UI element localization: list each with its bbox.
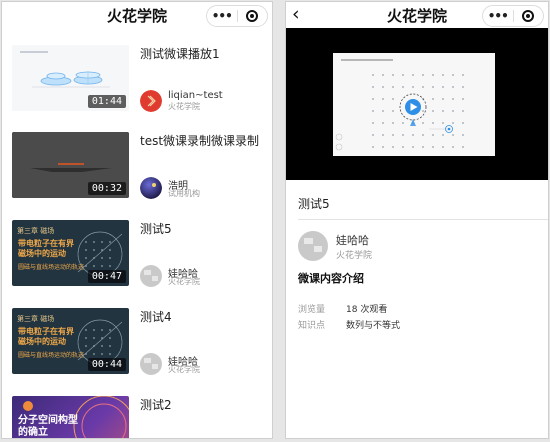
avatar [140,177,162,199]
duration-badge: 00:44 [87,358,126,371]
avatar [140,90,162,112]
author-org: 火花学院 [168,277,200,286]
list-item[interactable]: 00:32 test微课录制微课录制 浩明 试用机构 [12,132,270,199]
list-item[interactable]: 分子空间构型的确立 测试2 [12,396,270,438]
close-icon[interactable] [238,10,268,22]
course-detail-screen: ‹ 火花学院 ••• 测试5 娃哈哈 火花学院 微课内容介绍 浏览量 18 次观… [286,2,548,438]
avatar [140,265,162,287]
list-item[interactable]: 第三章 磁场 带电粒子在有界磁场中的运动 圆磁与直线场运动的轨迹 00:47 测… [12,220,270,287]
section-title: 微课内容介绍 [298,272,364,285]
author-org: 试用机构 [168,189,200,198]
thumbnail-headline: 分子空间构型的确立 [18,415,78,438]
author-name: 娃哈哈 [336,234,369,247]
mini-program-capsule: ••• [482,5,544,27]
topic-label: 知识点 [298,321,326,331]
item-title[interactable]: 测试5 [140,220,270,237]
video-thumbnail[interactable]: 第三章 磁场 带电粒子在有界磁场中的运动 圆磁与直线场运动的轨迹 00:47 [12,220,129,286]
video-thumbnail[interactable]: 第三章 磁场 带电粒子在有界磁场中的运动 圆磁与直线场运动的轨迹 00:44 [12,308,129,374]
item-title[interactable]: 测试2 [140,396,270,413]
avatar [140,353,162,375]
item-title[interactable]: 测试微课播放1 [140,45,270,62]
chapter-tag: 第三章 磁场 [17,227,55,235]
video-thumbnail[interactable]: 01:44 [12,45,129,111]
item-title[interactable]: test微课录制微课录制 [140,132,270,149]
video-thumbnail[interactable]: 00:32 [12,132,129,198]
video-thumbnail[interactable]: 分子空间构型的确立 [12,396,129,438]
more-icon[interactable]: ••• [483,9,513,23]
nav-bar: 火花学院 ••• [2,2,272,28]
list-item[interactable]: 第三章 磁场 带电粒子在有界磁场中的运动 圆磁与直线场运动的轨迹 00:44 测… [12,308,270,375]
duration-badge: 01:44 [87,95,126,108]
chapter-tag: 第三章 磁场 [17,315,55,323]
author-org: 火花学院 [336,251,373,261]
author-org: 火花学院 [168,102,200,111]
duration-badge: 00:32 [87,182,126,195]
close-icon[interactable] [514,10,544,22]
thumbnail-subtitle: 圆磁与直线场运动的轨迹 [18,264,85,271]
thumbnail-subtitle: 圆磁与直线场运动的轨迹 [18,352,85,359]
list-item[interactable]: 01:44 测试微课播放1 liqian~test 火花学院 [12,45,270,112]
thumbnail-headline: 带电粒子在有界磁场中的运动 [18,239,74,258]
play-button[interactable] [398,92,428,130]
lesson-title: 测试5 [298,197,330,211]
views-label: 浏览量 [298,305,326,315]
nav-bar: ‹ 火花学院 ••• [286,2,548,28]
avatar [298,231,328,261]
item-title[interactable]: 测试4 [140,308,270,325]
video-player[interactable] [286,28,548,180]
duration-badge: 00:47 [87,270,126,283]
topic-value: 数列与不等式 [346,321,401,331]
views-value: 18 次观看 [346,305,388,315]
mini-program-capsule: ••• [206,5,268,27]
thumbnail-headline: 带电粒子在有界磁场中的运动 [18,327,74,346]
more-icon[interactable]: ••• [207,9,237,23]
course-list-screen: 火花学院 ••• 01:44 测试微课播放1 liqian~test 火花学院 … [2,2,272,438]
author-name: liqian~test [168,90,223,101]
author-org: 火花学院 [168,365,200,374]
divider [298,219,548,220]
